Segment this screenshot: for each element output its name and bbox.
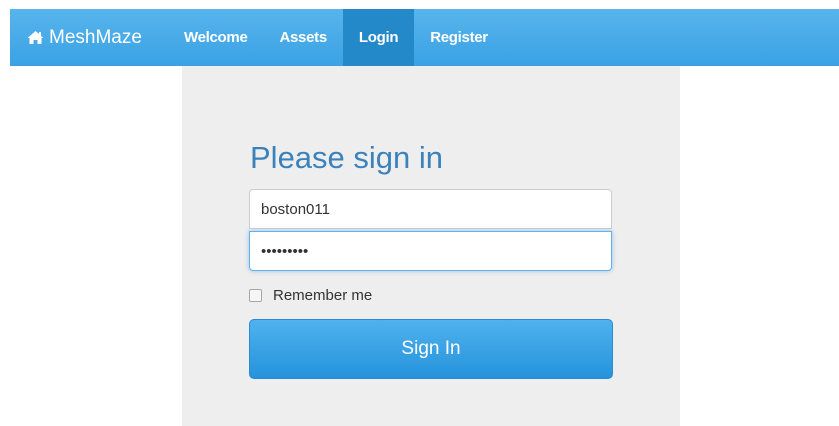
nav-item-assets[interactable]: Assets	[263, 9, 342, 66]
login-panel: Please sign in Remember me Sign In	[182, 66, 680, 426]
sign-in-heading: Please sign in	[250, 140, 444, 175]
brand-link[interactable]: MeshMaze	[10, 9, 168, 66]
top-navbar: MeshMaze Welcome Assets Login Register	[10, 9, 839, 66]
nav-item-register[interactable]: Register	[414, 9, 504, 66]
nav-item-login[interactable]: Login	[342, 9, 415, 66]
password-input[interactable]	[249, 231, 612, 271]
sign-in-button[interactable]: Sign In	[249, 319, 613, 379]
remember-me-label: Remember me	[273, 287, 373, 304]
remember-me-checkbox[interactable]	[249, 289, 262, 302]
brand-label: MeshMaze	[49, 26, 142, 48]
username-input[interactable]	[249, 189, 612, 229]
remember-me-row: Remember me	[249, 287, 372, 304]
nav-item-welcome[interactable]: Welcome	[168, 9, 263, 66]
home-icon	[27, 31, 44, 44]
